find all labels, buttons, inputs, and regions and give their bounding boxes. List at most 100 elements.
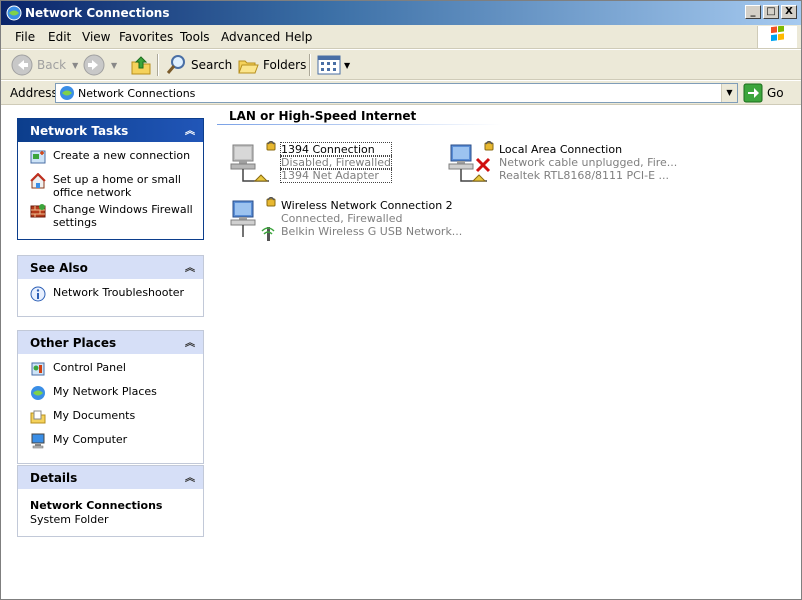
network-tasks-body: Create a new connection Set up a home or…: [17, 142, 204, 240]
disabled-network-connection-icon: [230, 141, 276, 182]
go-label: Go: [767, 86, 784, 100]
documents-folder-icon: [30, 410, 46, 424]
network-troubleshooter-link[interactable]: Network Troubleshooter: [18, 286, 203, 306]
task-pane: Network Tasks ︽ Create a new connection: [1, 106, 215, 599]
toolbar: Back ▼ ▼ Search Folders ▼: [1, 50, 801, 80]
network-tasks-header[interactable]: Network Tasks ︽: [17, 118, 204, 142]
search-label: Search: [191, 58, 233, 72]
views-dropdown-icon[interactable]: ▼: [344, 61, 350, 70]
details-body: Network Connections System Folder: [17, 489, 204, 537]
menu-help[interactable]: Help: [285, 30, 312, 44]
folder-up-icon: [131, 56, 151, 75]
network-tasks-title: Network Tasks: [30, 124, 129, 138]
folders-label: Folders: [263, 58, 307, 72]
details-panel: Details ︽ Network Connections System Fol…: [17, 465, 204, 537]
forward-button[interactable]: ▼: [83, 53, 117, 77]
other-places-body: Control Panel My Network Places My Docum…: [17, 354, 204, 464]
create-new-connection-label: Create a new connection: [53, 149, 191, 162]
back-dropdown-icon[interactable]: ▼: [72, 61, 78, 70]
address-input[interactable]: Network Connections ▼: [55, 83, 738, 103]
my-documents-label: My Documents: [53, 409, 136, 422]
details-title: Details: [30, 471, 78, 485]
menu-favorites[interactable]: Favorites: [119, 30, 173, 44]
see-also-body: Network Troubleshooter: [17, 279, 204, 317]
wireless-network-connection-icon: [230, 197, 276, 241]
back-button[interactable]: Back ▼: [11, 53, 78, 77]
details-name: Network Connections: [30, 499, 163, 512]
connection-device: Belkin Wireless G USB Network...: [281, 225, 463, 238]
see-also-header[interactable]: See Also ︽: [17, 255, 204, 279]
see-also-title: See Also: [30, 261, 88, 275]
home-network-icon: [30, 173, 46, 189]
collapse-chevron-icon[interactable]: ︽: [185, 469, 195, 484]
connection-1394[interactable]: 1394 Connection Disabled, Firewalled 139…: [229, 141, 449, 191]
address-value: Network Connections: [78, 87, 196, 100]
connections-view: LAN or High-Speed Internet 1394 Connecti…: [215, 106, 801, 599]
computer-icon: [31, 433, 45, 449]
my-computer-label: My Computer: [53, 433, 128, 446]
my-network-places-label: My Network Places: [53, 385, 157, 398]
other-places-panel: Other Places ︽ Control Panel My Network …: [17, 330, 204, 464]
maximize-button[interactable]: □: [763, 5, 779, 19]
create-new-connection-link[interactable]: Create a new connection: [18, 149, 203, 169]
other-places-header[interactable]: Other Places ︽: [17, 330, 204, 354]
search-button[interactable]: Search: [165, 53, 232, 77]
network-troubleshooter-label: Network Troubleshooter: [53, 286, 185, 299]
details-header[interactable]: Details ︽: [17, 465, 204, 489]
folders-button[interactable]: Folders: [237, 53, 306, 77]
views-icon: [317, 55, 341, 75]
menu-edit[interactable]: Edit: [48, 30, 71, 44]
minimize-button[interactable]: _: [745, 5, 761, 19]
menu-bar: File Edit View Favorites Tools Advanced …: [1, 25, 801, 49]
window-title: Network Connections: [25, 6, 170, 20]
go-button[interactable]: Go: [743, 83, 784, 103]
toolbar-separator: [309, 54, 311, 76]
folders-icon: [238, 60, 259, 74]
network-connections-icon: [6, 5, 22, 21]
address-bar: Address Network Connections ▼ Go: [1, 81, 801, 105]
close-button[interactable]: X: [781, 5, 797, 19]
collapse-chevron-icon[interactable]: ︽: [185, 259, 195, 274]
forward-dropdown-icon[interactable]: ▼: [111, 61, 117, 70]
up-button[interactable]: [130, 53, 152, 77]
details-type: System Folder: [30, 513, 109, 526]
menu-file[interactable]: File: [15, 30, 35, 44]
title-bar[interactable]: Network Connections _ □ X: [1, 1, 801, 25]
toolbar-separator: [157, 54, 159, 76]
firewall-settings-link[interactable]: Change Windows Firewall settings: [18, 203, 203, 229]
menu-advanced[interactable]: Advanced: [221, 30, 280, 44]
address-label: Address: [10, 86, 58, 100]
network-tasks-panel: Network Tasks ︽ Create a new connection: [17, 118, 204, 240]
home-network-link[interactable]: Set up a home or small office network: [18, 173, 203, 199]
my-documents-link[interactable]: My Documents: [18, 409, 203, 429]
window-controls: _ □ X: [745, 5, 797, 19]
views-button[interactable]: ▼: [317, 53, 350, 77]
control-panel-icon: [31, 362, 45, 376]
new-connection-icon: [30, 150, 46, 164]
other-places-title: Other Places: [30, 336, 117, 350]
go-arrow-icon: [743, 83, 763, 103]
connection-wireless[interactable]: Wireless Network Connection 2 Connected,…: [229, 197, 469, 247]
back-arrow-icon: [11, 54, 33, 76]
home-network-label: Set up a home or small office network: [53, 173, 181, 199]
forward-arrow-icon: [83, 54, 105, 76]
my-network-places-link[interactable]: My Network Places: [18, 385, 203, 405]
info-icon: [30, 286, 46, 302]
connection-status: Network cable unplugged, Fire...: [499, 156, 678, 169]
window: Network Connections _ □ X File Edit View…: [0, 0, 802, 600]
unplugged-network-connection-icon: [448, 141, 494, 182]
control-panel-link[interactable]: Control Panel: [18, 361, 203, 381]
menu-view[interactable]: View: [82, 30, 110, 44]
network-places-icon: [31, 386, 45, 400]
connection-name: Local Area Connection: [499, 143, 623, 156]
collapse-chevron-icon[interactable]: ︽: [185, 334, 195, 349]
firewall-icon: [30, 204, 46, 218]
see-also-panel: See Also ︽ Network Troubleshooter: [17, 255, 204, 317]
menu-tools[interactable]: Tools: [180, 30, 210, 44]
back-label: Back: [37, 58, 67, 72]
address-dropdown-icon[interactable]: ▼: [721, 84, 737, 102]
connection-local-area[interactable]: Local Area Connection Network cable unpl…: [447, 141, 697, 191]
my-computer-link[interactable]: My Computer: [18, 433, 203, 453]
search-icon: [166, 55, 185, 74]
collapse-chevron-icon[interactable]: ︽: [185, 122, 195, 137]
